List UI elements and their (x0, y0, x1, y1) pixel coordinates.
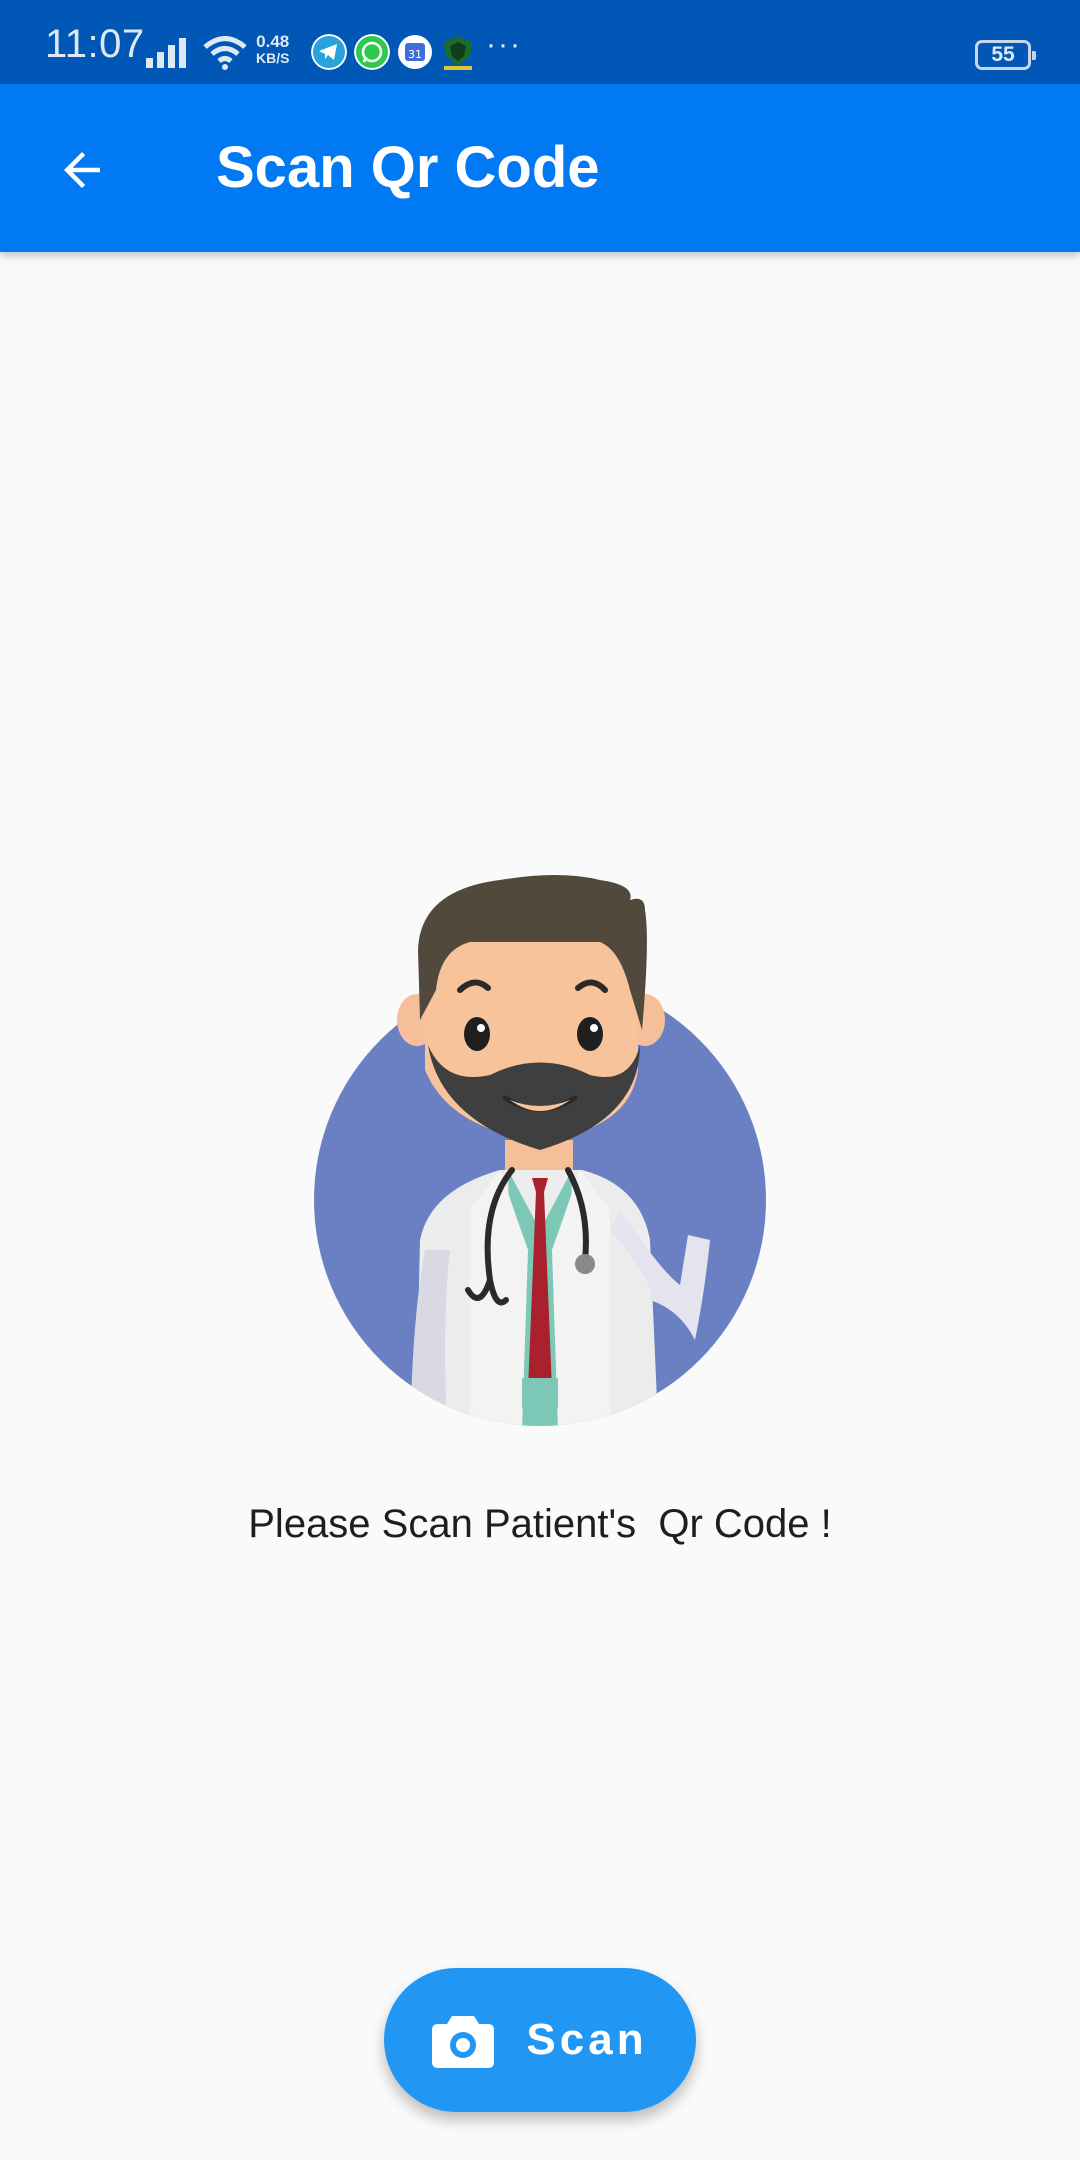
back-button[interactable] (40, 128, 124, 212)
doctor-avatar-illustration (314, 875, 766, 1426)
network-speed: 0.48 KB/S (256, 32, 290, 66)
wifi-icon (203, 36, 247, 70)
arrow-back-icon (64, 152, 100, 188)
scan-button-label: Scan (526, 2015, 648, 2064)
scan-instruction-text: Please Scan Patient's Qr Code ! (248, 1502, 832, 1546)
network-speed-value: 0.48 (256, 32, 290, 51)
app-bar: Scan Qr Code (0, 84, 1080, 252)
status-bar: 11:07 0.48 KB/S 31 ··· 55 (0, 0, 1080, 84)
battery-indicator: 55 (975, 40, 1036, 70)
battery-level: 55 (991, 43, 1015, 66)
shield-app-icon (444, 36, 472, 70)
scan-button[interactable]: Scan (384, 1968, 696, 2112)
whatsapp-icon (354, 34, 390, 70)
status-time: 11:07 (45, 22, 145, 66)
calendar-icon: 31 (398, 35, 432, 69)
camera-icon (432, 2016, 495, 2068)
calendar-day: 31 (408, 48, 422, 61)
page-title: Scan Qr Code (216, 135, 600, 200)
telegram-icon (311, 34, 347, 70)
more-notifications-icon: ··· (486, 28, 522, 61)
signal-icon (146, 38, 186, 68)
network-speed-unit: KB/S (256, 50, 290, 66)
